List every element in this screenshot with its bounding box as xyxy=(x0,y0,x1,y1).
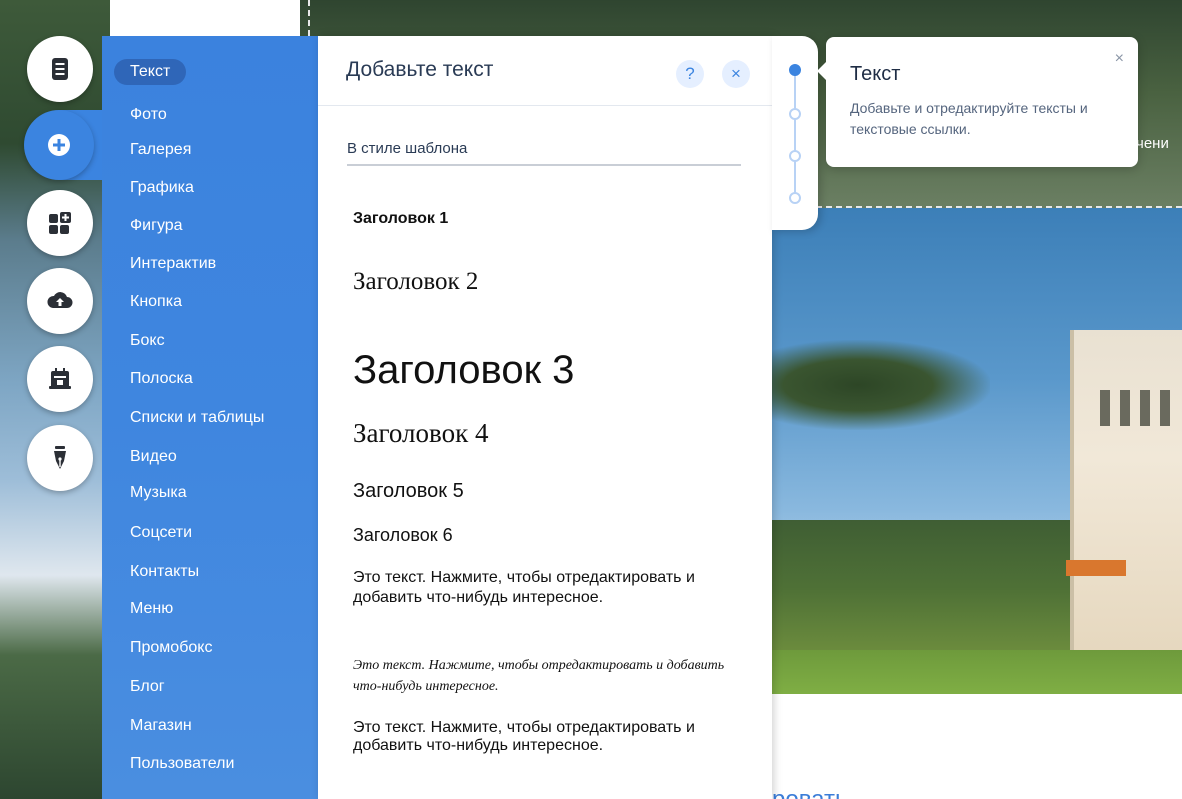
category-music[interactable]: Музыка xyxy=(130,480,187,506)
tour-stepper xyxy=(772,36,818,230)
upload-cloud-icon xyxy=(47,292,73,308)
onboarding-tooltip: Текст Добавьте и отредактируйте тексты и… xyxy=(817,37,1138,167)
stepper-step[interactable] xyxy=(789,108,801,120)
villa-window xyxy=(1120,390,1130,426)
category-store[interactable]: Магазин xyxy=(130,713,192,739)
upload-media-button[interactable] xyxy=(27,268,93,334)
category-text[interactable]: Текст xyxy=(114,59,187,85)
category-button[interactable]: Кнопка xyxy=(130,289,182,315)
pages-button[interactable] xyxy=(27,36,93,102)
blog-button[interactable] xyxy=(27,425,93,491)
tooltip-title: Текст xyxy=(850,63,901,85)
category-shape[interactable]: Фигура xyxy=(130,213,183,239)
add-elements-button[interactable] xyxy=(24,110,94,180)
category-social[interactable]: Соцсети xyxy=(130,520,192,546)
category-lists-tables[interactable]: Списки и таблицы xyxy=(130,405,264,431)
text-preset-paragraph-2[interactable]: Это текст. Нажмите, чтобы отредактироват… xyxy=(353,655,753,697)
villa-awning xyxy=(1066,560,1126,576)
text-preset-heading-1[interactable]: Заголовок 1 xyxy=(353,210,448,228)
add-panel-categories: Текст Фото Галерея Графика Фигура Интера… xyxy=(102,36,318,799)
business-tools-button[interactable] xyxy=(27,346,93,412)
background-lawn xyxy=(770,650,1182,694)
category-graphics[interactable]: Графика xyxy=(130,175,194,201)
category-members[interactable]: Пользователи xyxy=(130,751,234,777)
stepper-step[interactable] xyxy=(789,64,801,76)
panel-header: Добавьте текст ? × xyxy=(318,36,772,106)
site-text-peek: чени xyxy=(1136,135,1169,152)
stepper-track xyxy=(794,69,796,199)
text-preset-heading-2[interactable]: Заголовок 2 xyxy=(353,268,478,296)
section-divider xyxy=(347,164,741,166)
category-video[interactable]: Видео xyxy=(130,444,177,470)
section-label: В стиле шаблона xyxy=(347,140,468,157)
text-preset-heading-4[interactable]: Заголовок 4 xyxy=(353,418,488,449)
text-preset-heading-6[interactable]: Заголовок 6 xyxy=(353,525,453,546)
category-contacts[interactable]: Контакты xyxy=(130,559,199,585)
tooltip-close-button[interactable]: × xyxy=(1115,51,1124,67)
text-preset-heading-5[interactable]: Заголовок 5 xyxy=(353,480,464,503)
background-villa xyxy=(1070,330,1182,650)
stepper-step[interactable] xyxy=(789,192,801,204)
add-apps-button[interactable] xyxy=(27,190,93,256)
category-photo[interactable]: Фото xyxy=(130,102,167,128)
text-preset-paragraph-1[interactable]: Это текст. Нажмите, чтобы отредактироват… xyxy=(353,568,745,608)
panel-title: Добавьте текст xyxy=(346,58,494,81)
text-preset-paragraph-3[interactable]: Это текст. Нажмите, чтобы отредактироват… xyxy=(353,719,758,755)
category-menu[interactable]: Меню xyxy=(130,596,173,622)
category-scroll-fade xyxy=(102,783,318,799)
help-button[interactable]: ? xyxy=(676,60,704,88)
section-guide-horizontal xyxy=(816,206,1182,208)
text-preset-heading-3[interactable]: Заголовок 3 xyxy=(353,348,574,393)
tooltip-arrow xyxy=(817,61,827,81)
villa-window xyxy=(1160,390,1170,426)
add-text-panel: Добавьте текст ? × В стиле шаблона Загол… xyxy=(318,36,772,799)
close-button[interactable]: × xyxy=(722,60,750,88)
villa-window xyxy=(1140,390,1150,426)
site-white-section xyxy=(770,694,1182,799)
stepper-step[interactable] xyxy=(789,150,801,162)
background-pine-tree xyxy=(770,340,990,430)
tooltip-body: Добавьте и отредактируйте тексты и текст… xyxy=(850,100,1088,137)
site-link-peek[interactable]: ровать xyxy=(772,788,848,799)
category-gallery[interactable]: Галерея xyxy=(130,137,191,163)
category-promobox[interactable]: Промобокс xyxy=(130,635,212,661)
category-strip[interactable]: Полоска xyxy=(130,366,193,392)
add-apps-icon xyxy=(49,212,71,234)
villa-window xyxy=(1100,390,1110,426)
add-icon xyxy=(48,134,70,156)
category-box[interactable]: Бокс xyxy=(130,328,165,354)
category-blog[interactable]: Блог xyxy=(130,674,165,700)
pen-icon xyxy=(54,446,66,469)
section-guide-vertical xyxy=(308,0,310,36)
category-interactive[interactable]: Интерактив xyxy=(130,251,216,277)
business-icon xyxy=(49,368,71,389)
pages-icon xyxy=(52,58,68,80)
